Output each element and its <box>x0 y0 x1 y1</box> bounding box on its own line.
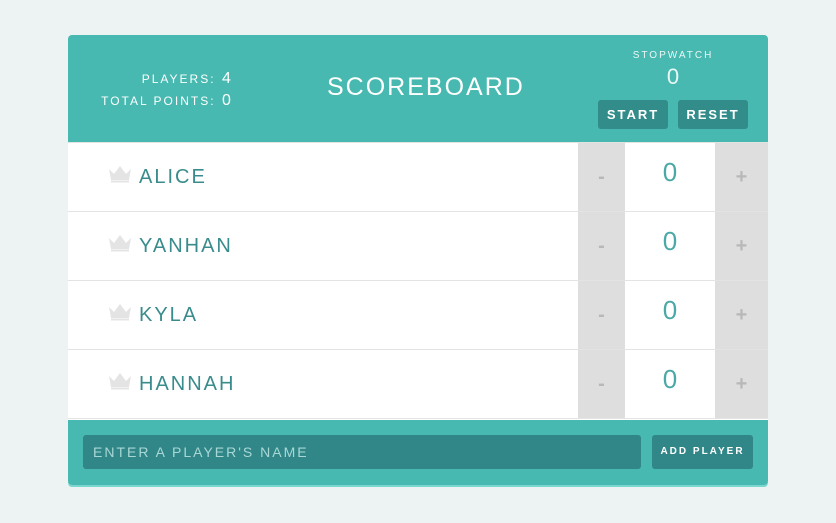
crown-icon <box>109 304 131 321</box>
stopwatch: STOPWATCH 0 START RESET <box>598 50 748 129</box>
player-score: 0 <box>662 157 678 187</box>
add-player-button[interactable]: ADD PLAYER <box>652 435 753 469</box>
scoreboard: PLAYERS: 4 TOTAL POINTS: 0 SCOREBOARD ST… <box>68 35 768 485</box>
increment-button[interactable]: + <box>715 281 768 349</box>
crown-icon <box>109 373 131 390</box>
score-counter: - 0 + <box>578 212 768 280</box>
score-counter: - 0 + <box>578 281 768 349</box>
player-name: HANNAH <box>139 373 236 395</box>
total-points-label: TOTAL POINTS: <box>101 94 216 108</box>
decrement-button[interactable]: - <box>578 212 625 280</box>
player-list: ALICE - 0 + YANHAN - 0 + KYLA - 0 + HANN… <box>68 142 768 419</box>
player-name: YANHAN <box>139 235 233 257</box>
total-points-count: 0 <box>222 92 231 109</box>
player-name: KYLA <box>139 304 199 326</box>
player-row: HANNAH - 0 + <box>68 349 768 419</box>
total-points-stat: TOTAL POINTS: 0 <box>101 90 232 112</box>
score-counter: - 0 + <box>578 143 768 211</box>
players-count: 4 <box>222 70 231 87</box>
player-name-input[interactable] <box>83 435 641 469</box>
decrement-button[interactable]: - <box>578 350 625 418</box>
increment-button[interactable]: + <box>715 212 768 280</box>
header: PLAYERS: 4 TOTAL POINTS: 0 SCOREBOARD ST… <box>68 35 768 142</box>
players-stat: PLAYERS: 4 <box>101 68 232 90</box>
stopwatch-label: STOPWATCH <box>632 50 714 61</box>
decrement-button[interactable]: - <box>578 143 625 211</box>
players-label: PLAYERS: <box>141 72 216 86</box>
crown-icon <box>109 235 131 252</box>
increment-button[interactable]: + <box>715 143 768 211</box>
increment-button[interactable]: + <box>715 350 768 418</box>
player-row: ALICE - 0 + <box>68 142 768 212</box>
player-score: 0 <box>662 364 678 394</box>
player-name: ALICE <box>139 166 207 188</box>
player-row: KYLA - 0 + <box>68 280 768 350</box>
stopwatch-time: 0 <box>666 64 680 89</box>
stats: PLAYERS: 4 TOTAL POINTS: 0 <box>101 68 232 112</box>
add-player-form: ADD PLAYER <box>68 420 768 485</box>
player-score: 0 <box>662 295 678 325</box>
player-row: YANHAN - 0 + <box>68 211 768 281</box>
decrement-button[interactable]: - <box>578 281 625 349</box>
score-counter: - 0 + <box>578 350 768 418</box>
reset-button[interactable]: RESET <box>678 100 748 129</box>
player-score: 0 <box>662 226 678 256</box>
start-button[interactable]: START <box>598 100 668 129</box>
crown-icon <box>109 166 131 183</box>
page-title: SCOREBOARD <box>327 73 525 101</box>
